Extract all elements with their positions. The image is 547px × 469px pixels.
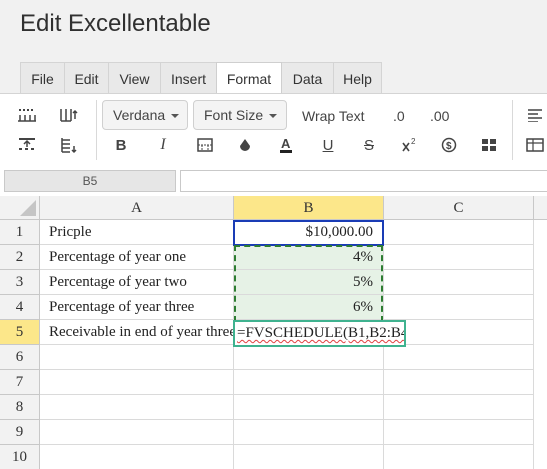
borders-icon[interactable] (193, 134, 217, 156)
row-header-2[interactable]: 2 (0, 245, 40, 270)
toolbar-separator (512, 100, 513, 160)
cell-c1[interactable] (384, 220, 534, 245)
cell-c10[interactable] (384, 445, 534, 469)
row-header-9[interactable]: 9 (0, 420, 40, 445)
wrap-text-button[interactable]: Wrap Text (302, 108, 365, 124)
increase-decimal-button[interactable]: .00 (430, 108, 449, 124)
column-header-b[interactable]: B (234, 196, 384, 220)
app-title: Edit Excellentable (20, 10, 211, 37)
row-header-3[interactable]: 3 (0, 270, 40, 295)
fill-color-icon[interactable] (233, 134, 257, 156)
cell-a5[interactable]: Receivable in end of year three (40, 320, 236, 345)
cell-a8[interactable] (40, 395, 234, 420)
menu-edit[interactable]: Edit (64, 62, 109, 94)
delete-row-icon[interactable] (15, 134, 39, 156)
svg-text:A: A (281, 136, 291, 151)
row-header-5[interactable]: 5 (0, 320, 40, 345)
menu-bar: File Edit View Insert Data Help Format (0, 62, 547, 95)
row-header-7[interactable]: 7 (0, 370, 40, 395)
decrease-decimal-button[interactable]: .0 (393, 108, 405, 124)
row-header-6[interactable]: 6 (0, 345, 40, 370)
font-family-dropdown[interactable]: Verdana (102, 100, 188, 130)
italic-button[interactable]: I (151, 134, 175, 156)
cell-c7[interactable] (384, 370, 534, 395)
cell-a7[interactable] (40, 370, 234, 395)
cell-a9[interactable] (40, 420, 234, 445)
font-size-dropdown[interactable]: Font Size (193, 100, 287, 130)
cell-a1[interactable]: Pricple (40, 220, 234, 245)
toolbar: Verdana Font Size Wrap Text .0 .00 B I A… (0, 94, 547, 166)
cell-a6[interactable] (40, 345, 234, 370)
cell-c9[interactable] (384, 420, 534, 445)
cell-a3[interactable]: Percentage of year two (40, 270, 234, 295)
cell-c6[interactable] (384, 345, 534, 370)
cell-c5[interactable] (384, 320, 534, 345)
row-header-10[interactable]: 10 (0, 445, 40, 469)
cell-b3[interactable]: 5% (234, 270, 384, 295)
font-size-label: Font Size (204, 107, 264, 123)
text-color-icon[interactable]: A (274, 134, 298, 156)
title-bar: Edit Excellentable (0, 0, 547, 62)
svg-text:$: $ (446, 141, 452, 152)
cell-b7[interactable] (234, 370, 384, 395)
cell-c4[interactable] (384, 295, 534, 320)
cell-b6[interactable] (234, 345, 384, 370)
spreadsheet-grid: A B C 1 2 3 4 5 6 7 8 9 10 Pricple Perce… (0, 196, 547, 469)
align-left-icon[interactable] (523, 104, 547, 126)
cell-b10[interactable] (234, 445, 384, 469)
formula-text: =FVSCHEDULE(B1,B2:B4 (237, 325, 406, 341)
svg-text:2: 2 (411, 137, 416, 146)
cell-a10[interactable] (40, 445, 234, 469)
cell-b2[interactable]: 4% (234, 245, 384, 270)
cell-b1[interactable]: $10,000.00 (234, 220, 384, 245)
column-header-c[interactable]: C (384, 196, 534, 220)
column-header-a[interactable]: A (40, 196, 234, 220)
name-box[interactable]: B5 (4, 170, 176, 192)
cell-a2[interactable]: Percentage of year one (40, 245, 234, 270)
insert-row-above-icon[interactable] (15, 104, 39, 126)
cell-c3[interactable] (384, 270, 534, 295)
font-family-label: Verdana (113, 107, 166, 123)
strikethrough-button[interactable]: S (357, 134, 381, 156)
menu-file[interactable]: File (20, 62, 65, 94)
row-header-1[interactable]: 1 (0, 220, 40, 245)
bold-button[interactable]: B (109, 134, 133, 156)
menu-data[interactable]: Data (281, 62, 334, 94)
delete-column-icon[interactable] (57, 134, 81, 156)
cell-b4[interactable]: 6% (234, 295, 384, 320)
grid-icon[interactable] (523, 134, 547, 156)
row-header-4[interactable]: 4 (0, 295, 40, 320)
cell-c8[interactable] (384, 395, 534, 420)
table-format-icon[interactable] (477, 134, 501, 156)
menu-format[interactable]: Format (216, 62, 282, 95)
insert-column-icon[interactable] (57, 104, 81, 126)
superscript-icon[interactable]: 2 (397, 134, 421, 156)
cell-b9[interactable] (234, 420, 384, 445)
menu-help[interactable]: Help (333, 62, 382, 94)
underline-button[interactable]: U (316, 134, 340, 156)
toolbar-separator (96, 100, 97, 160)
menu-insert[interactable]: Insert (160, 62, 217, 94)
select-all-corner[interactable] (0, 196, 40, 220)
cell-b8[interactable] (234, 395, 384, 420)
column-header-next[interactable] (534, 196, 547, 220)
cell-editor-b5[interactable]: =FVSCHEDULE(B1,B2:B4 (233, 320, 406, 347)
chevron-down-icon (269, 114, 278, 119)
chevron-down-icon (171, 114, 180, 119)
menu-view[interactable]: View (108, 62, 161, 94)
currency-format-icon[interactable]: $ (437, 134, 461, 156)
row-header-8[interactable]: 8 (0, 395, 40, 420)
formula-bar[interactable] (180, 170, 547, 192)
cell-c2[interactable] (384, 245, 534, 270)
cell-a4[interactable]: Percentage of year three (40, 295, 234, 320)
